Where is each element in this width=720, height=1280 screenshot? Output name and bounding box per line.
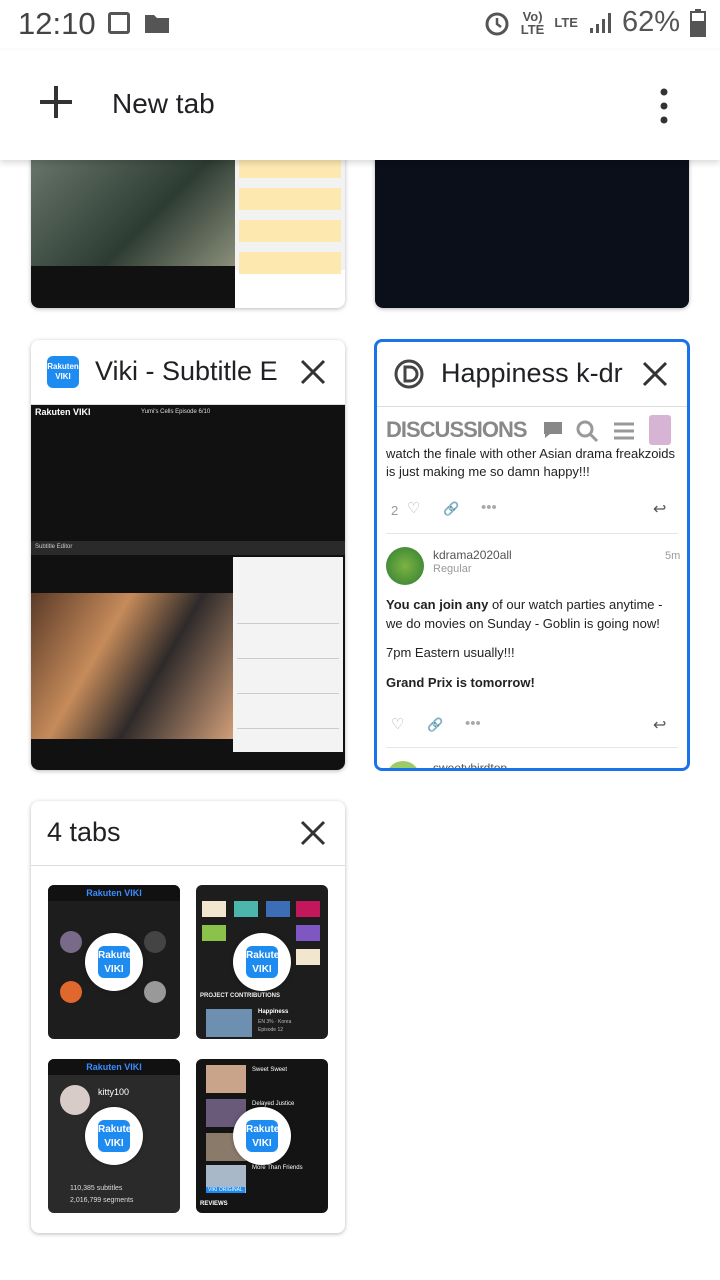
viki-app-badge: Rakuten VIKI: [85, 1107, 143, 1165]
viki-app-badge: Rakuten VIKI: [233, 1107, 291, 1165]
viki-brand: Rakuten VIKI: [35, 407, 91, 417]
comment-time[interactable]: 5m: [665, 550, 680, 562]
tab-thumbnail: DISCUSSIONS watch the finale with other …: [377, 407, 687, 768]
tab-title: Happiness k-dr: [441, 358, 623, 388]
comment-role: Regular: [433, 563, 472, 575]
chat-icon: [544, 422, 562, 438]
heart-icon[interactable]: ♡: [391, 715, 404, 733]
comment-username[interactable]: kdrama2020all: [433, 548, 512, 562]
tab-title: Viki - Subtitle E: [95, 356, 278, 386]
tab-grid: Rakuten VIKI Viki - Subtitle E Rakuten V…: [0, 140, 720, 1280]
search-icon: [576, 420, 599, 443]
menu-icon: [614, 422, 634, 440]
volte-icon: Vo) LTE: [520, 8, 545, 37]
comment-body-3: Grand Prix is tomorrow!: [386, 675, 535, 690]
comment-text: watch the finale with other Asian drama …: [386, 446, 676, 479]
tab-card-partial-right[interactable]: [375, 140, 689, 308]
signal-icon: [589, 12, 611, 33]
tab-switcher-toolbar: New tab: [0, 50, 720, 160]
editor-tabs-bar: Subtitle Editor: [31, 541, 345, 555]
comment-body-1: You can join any of our watch parties an…: [386, 597, 663, 631]
next-username[interactable]: sweetybirdtop: [433, 761, 507, 768]
video-controls-strip: [31, 266, 235, 308]
tab-card-viki[interactable]: Rakuten VIKI Viki - Subtitle E Rakuten V…: [31, 340, 345, 770]
user-avatar[interactable]: [386, 761, 420, 768]
lte-label: LTE: [554, 15, 578, 30]
comment-body-2: 7pm Eastern usually!!!: [386, 645, 515, 660]
checkbox-notification-icon: [108, 12, 130, 34]
new-tab-plus-icon[interactable]: [34, 80, 78, 124]
like-count: 2: [391, 503, 399, 518]
subtitle-editor-panel: [233, 557, 343, 752]
status-bar: 12:10 Vo) LTE LTE 62%: [0, 0, 720, 50]
tab-group-header: 4 tabs: [31, 801, 345, 866]
group-tab-thumb-1: Rakuten VIKI Rakuten VIKI: [48, 885, 180, 1039]
close-tab-icon[interactable]: [641, 360, 669, 388]
close-group-icon[interactable]: [299, 819, 327, 847]
group-tab-thumb-3: Rakuten VIKI kitty100 110,385 subtitles …: [48, 1059, 180, 1213]
tab-card-partial-left[interactable]: [31, 140, 345, 308]
disqus-favicon-icon: [394, 359, 424, 389]
viki-app-badge: Rakuten VIKI: [85, 933, 143, 991]
tab-card-header: Rakuten VIKI Viki - Subtitle E: [31, 340, 345, 405]
more-options-icon[interactable]: [652, 86, 676, 126]
tab-thumbnail: Rakuten VIKI Yumi's Cells Episode 6/10 S…: [31, 405, 345, 770]
video-frame: [31, 593, 235, 739]
viki-favicon-icon: Rakuten VIKI: [47, 356, 79, 388]
reply-icon[interactable]: ↩: [653, 499, 666, 519]
link-icon[interactable]: 🔗: [443, 501, 459, 517]
folder-icon: [145, 15, 169, 33]
avatar: [649, 415, 671, 445]
battery-percent: 62%: [621, 6, 680, 38]
link-icon[interactable]: 🔗: [427, 717, 443, 733]
viki-app-badge: Rakuten VIKI: [233, 933, 291, 991]
tab-group-count: 4 tabs: [47, 817, 121, 847]
group-tab-thumb-2: PROJECT CONTRIBUTIONS Happiness EN 3% · …: [196, 885, 328, 1039]
status-right: Vo) LTE LTE 62%: [483, 6, 706, 39]
tab-card-happiness[interactable]: Happiness k-dr DISCUSSIONS watch the fin…: [374, 339, 690, 771]
alarm-icon: [485, 12, 509, 35]
tab-group-card[interactable]: 4 tabs Rakuten VIKI Rakuten VIKI PROJECT…: [31, 801, 345, 1233]
battery-icon: [690, 8, 706, 37]
heart-icon[interactable]: ♡: [407, 499, 420, 517]
new-tab-button[interactable]: New tab: [112, 88, 215, 120]
reply-icon[interactable]: ↩: [653, 715, 666, 735]
more-icon[interactable]: •••: [481, 499, 497, 516]
close-tab-icon[interactable]: [299, 358, 327, 386]
episode-title: Yumi's Cells Episode 6/10: [141, 409, 211, 415]
more-icon[interactable]: •••: [465, 715, 481, 732]
discussions-header: DISCUSSIONS: [386, 417, 528, 442]
user-avatar[interactable]: [386, 547, 424, 585]
tab-card-header: Happiness k-dr: [377, 342, 687, 407]
group-tab-thumb-4: Sweet Sweet Delayed Justice More Than Fr…: [196, 1059, 328, 1213]
status-time: 12:10: [18, 6, 96, 41]
